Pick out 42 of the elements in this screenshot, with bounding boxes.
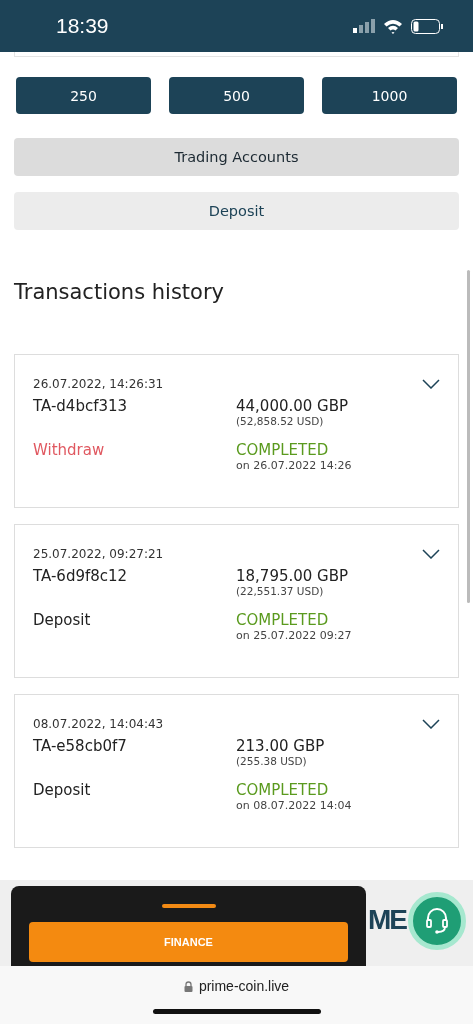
transaction-card[interactable]: 26.07.2022, 14:26:31 TA-d4bcf313 44,000.00 GBP (52,858.52 USD) Withdraw COMPLETED on 26.07.2022 14:26 — [14, 354, 459, 508]
transaction-datetime: 26.07.2022, 14:26:31 — [33, 377, 164, 391]
chevron-icon[interactable] — [422, 379, 440, 389]
transaction-amount: 18,795.00 GBP — [236, 567, 350, 585]
amount-button[interactable]: 1000 — [322, 77, 457, 114]
trading-accounts-button[interactable]: Trading Accounts — [14, 138, 459, 176]
logo-text: ME — [368, 904, 406, 936]
chevron-icon[interactable] — [422, 549, 440, 559]
section-title: Transactions history — [14, 280, 225, 304]
transaction-amount: 213.00 GBP — [236, 737, 326, 755]
signal-icon — [353, 19, 375, 33]
transaction-type: Withdraw — [33, 441, 106, 461]
converted-amount: (255.38 USD) — [236, 755, 308, 767]
lock-icon — [183, 980, 193, 992]
amount-button[interactable]: 250 — [16, 77, 151, 114]
transaction-status: COMPLETED — [236, 781, 330, 799]
transaction-card[interactable]: 08.07.2022, 14:04:43 TA-e58cb0f7 213.00 GBP (255.38 USD) Deposit COMPLETED on 08.07.2022 14:04 — [14, 694, 459, 848]
status-date: on 08.07.2022 14:04 — [236, 799, 353, 812]
converted-amount: (22,551.37 USD) — [236, 585, 325, 597]
transaction-status: COMPLETED — [236, 611, 330, 629]
battery-icon — [411, 18, 443, 34]
transaction-card[interactable]: 25.07.2022, 09:27:21 TA-6d9f8c12 18,795.00 GBP (22,551.37 USD) Deposit COMPLETED on 25.07.2022 09:27 — [14, 524, 459, 678]
transaction-id: TA-d4bcf313 — [33, 397, 129, 417]
chevron-icon[interactable] — [422, 719, 440, 729]
headset-icon — [425, 907, 449, 935]
status-date: on 25.07.2022 09:27 — [236, 629, 353, 642]
transaction-id: TA-6d9f8c12 — [33, 567, 129, 587]
status-date: on 26.07.2022 14:26 — [236, 459, 353, 472]
url-text[interactable]: prime-coin.live — [198, 978, 290, 994]
transaction-amount: 44,000.00 GBP — [236, 397, 350, 415]
transaction-datetime: 08.07.2022, 14:04:43 — [33, 717, 164, 731]
wifi-icon — [383, 18, 403, 34]
panel-handle[interactable] — [162, 904, 216, 908]
transaction-type: Deposit — [33, 781, 92, 801]
amount-button[interactable]: 500 — [169, 77, 304, 114]
transaction-type: Deposit — [33, 611, 92, 631]
transaction-datetime: 25.07.2022, 09:27:21 — [33, 547, 164, 561]
converted-amount: (52,858.52 USD) — [236, 415, 325, 427]
deposit-button[interactable]: Deposit — [14, 192, 459, 230]
transaction-status: COMPLETED — [236, 441, 330, 459]
status-time: 18:39 — [56, 14, 109, 38]
transaction-id: TA-e58cb0f7 — [33, 737, 128, 757]
